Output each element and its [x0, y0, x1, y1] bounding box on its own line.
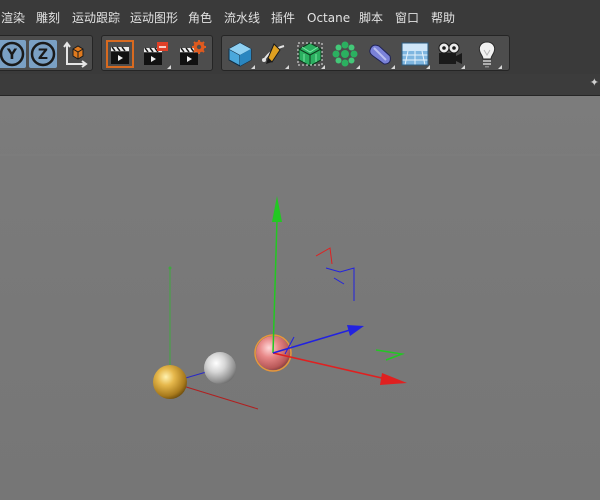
coordinate-system-icon [63, 41, 88, 68]
axis-lock-group: Y Z [0, 35, 93, 71]
y-axis-lock-button[interactable]: Y [0, 40, 26, 68]
pen-spline-icon [262, 43, 285, 64]
deformer-icon [369, 44, 391, 65]
menu-character[interactable]: 角色 [188, 11, 212, 25]
object-create-group [221, 35, 510, 71]
floor-scene-button[interactable] [401, 40, 430, 69]
cube-button[interactable] [226, 40, 255, 69]
viewport-header: ✦ [0, 74, 600, 96]
z-axis-label: Z [38, 47, 48, 63]
menu-render[interactable]: 渲染 [1, 11, 25, 25]
floor-scene-icon [401, 42, 429, 66]
render-view-icon [106, 40, 134, 68]
z-axis-lock-button[interactable]: Z [29, 40, 57, 68]
render-group [101, 35, 213, 71]
camera-icon [438, 42, 462, 64]
camera-button[interactable] [436, 40, 465, 69]
menu-motion-tracking[interactable]: 运动跟踪 [72, 11, 120, 25]
menu-sculpt[interactable]: 雕刻 [36, 11, 60, 25]
render-settings-icon [180, 40, 206, 65]
gizmo-x-axis[interactable] [272, 352, 387, 380]
render-settings-button[interactable] [178, 40, 206, 68]
view-axis-indicator [315, 247, 405, 361]
light-icon [478, 41, 496, 68]
gizmo-x-arrow[interactable] [380, 373, 407, 385]
horizon-line [0, 154, 600, 156]
viewport-scene [0, 154, 600, 410]
viewport-resize-icon[interactable]: ✦ [590, 76, 599, 89]
move-gizmo[interactable] [272, 196, 407, 385]
gizmo-z-arrow[interactable] [347, 325, 364, 336]
menu-window[interactable]: 窗口 [395, 11, 419, 25]
gizmo-y-arrow[interactable] [272, 196, 282, 222]
viewport[interactable] [0, 96, 600, 500]
light-button[interactable] [473, 40, 502, 69]
menu-help[interactable]: 帮助 [431, 11, 455, 25]
y-axis-label: Y [6, 47, 18, 63]
render-to-picture-viewer-icon [144, 42, 168, 65]
deformer-button[interactable] [366, 40, 395, 69]
menu-script[interactable]: 脚本 [359, 11, 383, 25]
toolbar: Y Z [0, 34, 600, 74]
y-axis-lock-icon: Y [0, 40, 26, 68]
subdivision-surface-icon [297, 42, 323, 67]
cube-icon [228, 42, 252, 67]
menu-mograph[interactable]: 运动图形 [130, 11, 178, 25]
cloner-button[interactable] [331, 40, 360, 69]
menu-pipeline[interactable]: 流水线 [224, 11, 260, 25]
gold-sphere[interactable] [153, 365, 187, 399]
pen-spline-button[interactable] [260, 40, 289, 69]
render-to-picture-viewer-button[interactable] [142, 40, 171, 69]
subdivision-surface-button[interactable] [296, 40, 325, 69]
render-view-button[interactable] [106, 40, 134, 68]
menu-plugins[interactable]: 插件 [271, 11, 295, 25]
z-axis-lock-icon: Z [29, 40, 57, 68]
coordinate-system-button[interactable] [61, 40, 89, 68]
gizmo-y-axis[interactable] [272, 219, 278, 354]
menu-bar: 渲染 雕刻 运动跟踪 运动图形 角色 流水线 插件 Octane 脚本 窗口 帮… [0, 0, 600, 34]
silver-sphere[interactable] [204, 352, 236, 384]
cloner-icon [332, 41, 358, 67]
menu-octane[interactable]: Octane [307, 11, 350, 25]
